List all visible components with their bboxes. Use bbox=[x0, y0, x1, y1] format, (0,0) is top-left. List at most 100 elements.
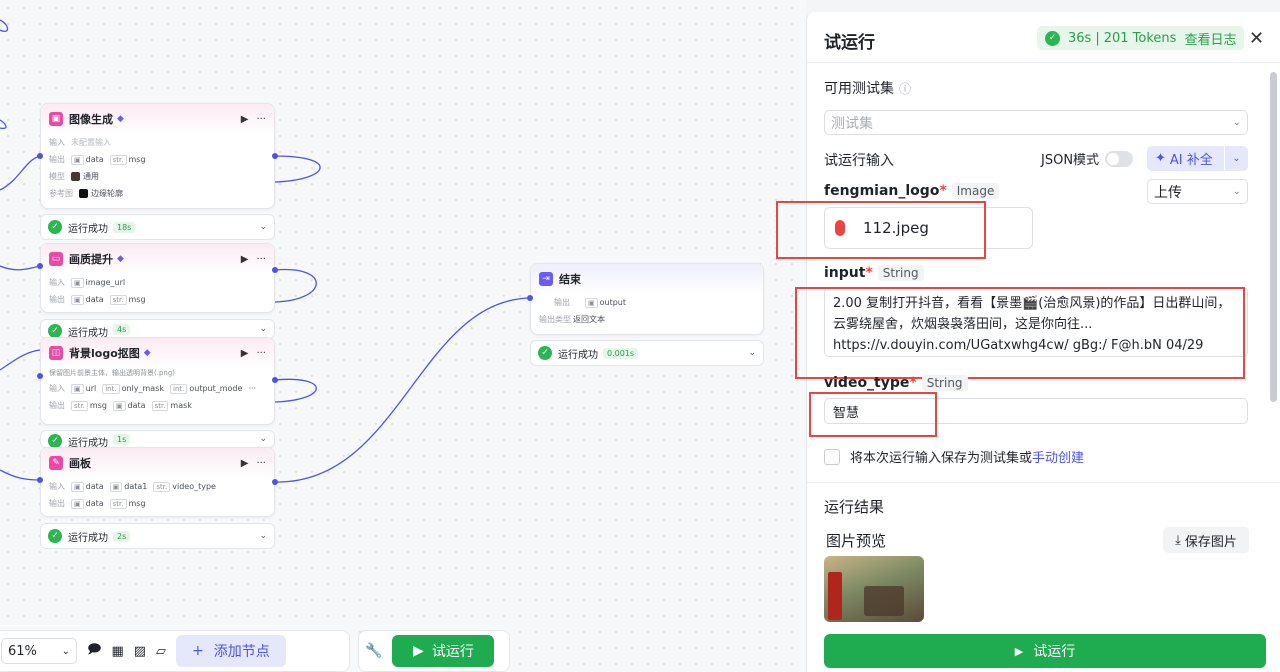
output-label: 输出 bbox=[49, 499, 65, 508]
ref-value: 边缘轮廓 bbox=[91, 189, 123, 198]
ai-fill-button[interactable]: ✦ AI 补全 ⌄ bbox=[1147, 146, 1248, 171]
output-row: 输出 str. msg ▣ data str. mask bbox=[41, 397, 274, 414]
input-name: image_url bbox=[85, 278, 126, 287]
node-quality-enhance[interactable]: ▭ 画质提升 ◆ ▶ ··· 输入 ▣ image_url 输出 ▣ data str.… bbox=[40, 243, 275, 313]
json-mode-toggle[interactable]: JSON模式 bbox=[1041, 149, 1134, 168]
output-port[interactable] bbox=[272, 479, 278, 485]
more-inputs-chip[interactable]: ··· bbox=[248, 384, 256, 393]
play-icon[interactable]: ▶ bbox=[241, 458, 249, 469]
run-status[interactable]: ✓ 运行成功 2s ⌄ bbox=[40, 523, 275, 549]
input-row: 输入 ▣ image_url bbox=[41, 274, 274, 291]
input-label: 输入 bbox=[49, 278, 65, 287]
ref-icon bbox=[79, 189, 88, 198]
status-time: 4s bbox=[113, 324, 131, 335]
model-row: 模型 通用 bbox=[41, 168, 274, 185]
panel-scrollbar[interactable] bbox=[1268, 62, 1278, 622]
play-icon[interactable]: ▶ bbox=[241, 254, 249, 265]
chevron-down-icon[interactable]: ⌄ bbox=[259, 434, 267, 444]
output-label: 输出 bbox=[554, 298, 570, 307]
input-port[interactable] bbox=[37, 373, 43, 379]
input-chip: ▣ image_url bbox=[71, 277, 126, 288]
chevron-down-icon[interactable]: ⌄ bbox=[259, 222, 267, 232]
input-port[interactable] bbox=[37, 263, 43, 269]
toolbar-run-button[interactable]: ▶ 试运行 bbox=[392, 635, 495, 667]
manual-create-link[interactable]: 手动创建 bbox=[1032, 447, 1084, 466]
status-text: 运行成功 bbox=[68, 438, 108, 448]
wrench-icon[interactable]: 🔧 bbox=[365, 643, 382, 659]
model-icon bbox=[71, 172, 80, 181]
field3-type: String bbox=[921, 375, 968, 391]
output-name: data bbox=[85, 295, 104, 304]
node-header: ✎ 画板 ▶ ··· bbox=[41, 448, 274, 478]
view-log-link[interactable]: 查看日志 bbox=[1184, 29, 1236, 48]
chevron-down-icon[interactable]: ⌄ bbox=[259, 324, 267, 334]
output-port[interactable] bbox=[272, 267, 278, 273]
node-bg-logo-cutout[interactable]: ◫ 背景logo抠图 ◆ ▶ ··· 保留图片前景主体，输出透明背景(.png) … bbox=[40, 337, 275, 425]
chevron-down-icon: ⌄ bbox=[1232, 117, 1241, 128]
more-icon[interactable]: ··· bbox=[256, 254, 266, 265]
chevron-down-icon[interactable]: ⌄ bbox=[259, 531, 267, 541]
type-tag: str. bbox=[109, 154, 127, 165]
scroll-thumb[interactable] bbox=[1270, 72, 1277, 402]
input-port[interactable] bbox=[37, 477, 43, 483]
output-port[interactable] bbox=[272, 377, 278, 383]
output-type-label: 输出类型 bbox=[539, 315, 571, 324]
run-status[interactable]: ✓ 运行成功 0.001s ⌄ bbox=[530, 340, 764, 366]
type-tag: ▣ bbox=[71, 154, 84, 165]
output-type-row: 输出类型 返回文本 bbox=[531, 311, 763, 328]
play-icon[interactable]: ▶ bbox=[241, 114, 249, 125]
chevron-down-icon[interactable]: ⌄ bbox=[748, 348, 756, 358]
play-icon: ▶ bbox=[1014, 644, 1024, 658]
input-port[interactable] bbox=[527, 295, 533, 301]
more-icon[interactable]: ··· bbox=[256, 348, 266, 359]
run-tokens: 201 Tokens bbox=[1103, 30, 1177, 46]
output-port[interactable] bbox=[272, 153, 278, 159]
divider bbox=[807, 482, 1280, 483]
required-mark: * bbox=[909, 375, 917, 391]
separator: | bbox=[1095, 30, 1100, 46]
node-end[interactable]: ⇥ 结束 输出 ▣ output 输出类型 返回文本 bbox=[530, 263, 764, 335]
node-image-generate[interactable]: ▣ 图像生成 ◆ ▶ ··· 输入 未配置输入 输出 ▣ data str. msg 模… bbox=[40, 103, 275, 209]
input-chip: ▣ url bbox=[71, 383, 96, 394]
node-canvas-board[interactable]: ✎ 画板 ▶ ··· 输入 ▣ data ▣ data1 str. video_type… bbox=[40, 447, 275, 517]
output-label: 输出 bbox=[49, 295, 65, 304]
close-icon[interactable]: ✕ bbox=[1249, 28, 1264, 49]
chevron-down-icon[interactable]: ⌄ bbox=[1224, 146, 1248, 171]
ref-row: 参考图 边缘轮廓 bbox=[41, 185, 274, 202]
output-chip: ▣ output bbox=[585, 297, 626, 308]
more-icon[interactable]: ··· bbox=[256, 458, 266, 469]
layout-icon[interactable]: ▦ bbox=[111, 644, 123, 659]
input-name: data bbox=[85, 482, 104, 491]
field3-name: video_type bbox=[824, 375, 910, 391]
toggle-switch[interactable] bbox=[1105, 150, 1134, 167]
run-status[interactable]: ✓ 运行成功 18s ⌄ bbox=[40, 214, 275, 240]
result-image-preview[interactable] bbox=[824, 556, 924, 622]
image-icon[interactable]: ▨ bbox=[134, 644, 146, 659]
panel-run-button[interactable]: ▶ 试运行 bbox=[824, 634, 1266, 668]
type-tag: ▣ bbox=[71, 481, 84, 492]
comment-icon[interactable]: 🗩 bbox=[87, 640, 101, 662]
node-title: 图像生成 bbox=[69, 113, 113, 126]
highlight-box bbox=[776, 201, 986, 259]
output-chip: str. msg bbox=[109, 498, 146, 509]
add-node-button[interactable]: + 添加节点 bbox=[176, 635, 286, 667]
test-set-select[interactable]: 测试集 ⌄ bbox=[824, 110, 1248, 135]
zoom-select[interactable]: 61% ⌄ bbox=[1, 638, 77, 664]
upload-select[interactable]: 上传 ⌄ bbox=[1147, 179, 1248, 204]
field2-name: input bbox=[824, 265, 866, 281]
run-status[interactable]: ✓ 运行成功 1s ⌄ bbox=[40, 430, 275, 448]
chevron-down-icon: ⌄ bbox=[1232, 186, 1241, 197]
play-icon[interactable]: ▶ bbox=[241, 348, 249, 359]
run-status[interactable]: ✓ 运行成功 4s ⌄ bbox=[40, 319, 275, 339]
input-port[interactable] bbox=[37, 153, 43, 159]
workflow-canvas[interactable]: ▣ 图像生成 ◆ ▶ ··· 输入 未配置输入 输出 ▣ data str. msg 模… bbox=[0, 0, 806, 672]
output-chip: ▣ data bbox=[71, 154, 104, 165]
input-name: output_mode bbox=[189, 384, 243, 393]
save-image-button[interactable]: ⤓ 保存图片 bbox=[1163, 527, 1249, 553]
shortcut-icon[interactable]: ▱ bbox=[156, 644, 166, 659]
input-name: video_type bbox=[172, 482, 216, 491]
test-run-panel: 试运行 ✓ 36s | 201 Tokens 查看日志 ✕ 可用测试集 ⓘ 测试集… bbox=[776, 12, 1280, 672]
panel-run-label: 试运行 bbox=[1033, 644, 1076, 660]
more-icon[interactable]: ··· bbox=[256, 114, 266, 125]
save-checkbox[interactable] bbox=[824, 448, 840, 465]
